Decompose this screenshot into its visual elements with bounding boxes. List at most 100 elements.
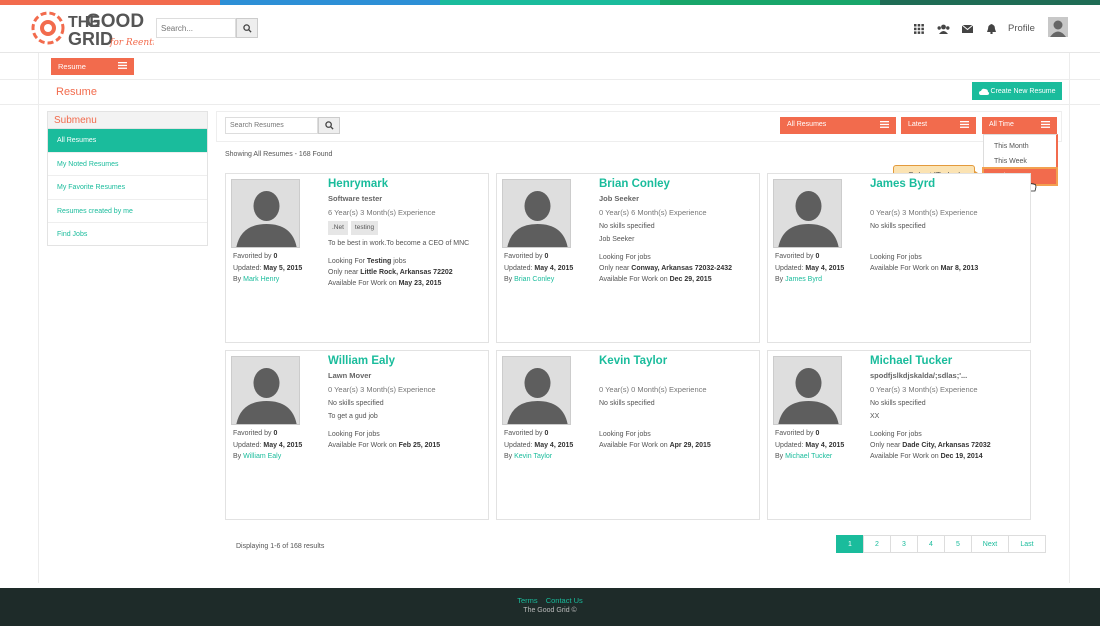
favorited-count: 0	[273, 253, 278, 260]
pagination-summary: Displaying 1-6 of 168 results	[236, 543, 325, 550]
hamburger-icon	[118, 62, 127, 71]
next-page-button[interactable]: Next	[971, 535, 1009, 553]
submenu: Submenu All Resumes My Noted Resumes My …	[47, 111, 208, 246]
candidate-photo[interactable]	[773, 356, 842, 425]
page-1-button[interactable]: 1	[836, 535, 864, 553]
category-filter[interactable]: All Resumes	[780, 117, 896, 134]
resume-meta: Favorited by 0 Updated: May 5, 2015 By M…	[233, 253, 303, 283]
profile-link[interactable]: Profile	[1008, 23, 1035, 34]
skills-text: No skills specified	[870, 400, 926, 407]
submenu-item-find-jobs[interactable]: Find Jobs	[48, 223, 207, 247]
resume-card[interactable]: Favorited by 0 Updated: May 4, 2015 By W…	[225, 350, 489, 520]
page-2-button[interactable]: 2	[863, 535, 891, 553]
location-line: Only near Dade City, Arkansas 72032	[870, 442, 991, 449]
updated-date: May 4, 2015	[805, 441, 845, 449]
resume-card[interactable]: Favorited by 0 Updated: May 4, 2015 By M…	[767, 350, 1031, 520]
bell-icon[interactable]	[984, 23, 998, 35]
tab-resume[interactable]: Resume	[51, 58, 134, 75]
last-page-button[interactable]: Last	[1008, 535, 1046, 553]
updated-date: May 5, 2015	[263, 264, 303, 272]
resume-card[interactable]: Favorited by 0 Updated: May 5, 2015 By M…	[225, 173, 489, 343]
resume-info: William Ealy Lawn Mover 0 Year(s) 3 Mont…	[328, 354, 486, 451]
available-date: Dec 29, 2015	[669, 276, 712, 283]
resume-search	[225, 117, 340, 134]
brand-logo[interactable]: THE GOOD GRID for Reentry	[30, 7, 163, 51]
header-search-button[interactable]	[236, 18, 258, 38]
sort-filter[interactable]: Latest	[901, 117, 976, 134]
favorited-count: 0	[815, 430, 820, 437]
author-link[interactable]: Mark Henry	[243, 276, 279, 283]
hamburger-icon	[1041, 121, 1050, 130]
avatar[interactable]	[1048, 17, 1068, 37]
looking-for: Looking For jobs	[870, 431, 922, 438]
author-link[interactable]: Brian Conley	[514, 276, 554, 283]
header-icons	[912, 23, 998, 35]
envelope-icon[interactable]	[960, 23, 974, 35]
resume-job-title: Job Seeker	[599, 194, 640, 203]
candidate-name[interactable]: James Byrd	[870, 177, 1028, 191]
page-5-button[interactable]: 5	[944, 535, 972, 553]
header-search	[156, 18, 258, 38]
resume-job-title: Lawn Mover	[328, 371, 372, 380]
resume-objective: Job Seeker	[599, 236, 635, 243]
author-link[interactable]: Michael Tucker	[785, 453, 832, 460]
author-link[interactable]: Kevin Taylor	[514, 453, 552, 460]
resume-card[interactable]: Favorited by 0 Updated: May 4, 2015 By J…	[767, 173, 1031, 343]
updated-date: May 4, 2015	[534, 264, 574, 272]
resume-card[interactable]: Favorited by 0 Updated: May 4, 2015 By B…	[496, 173, 760, 343]
candidate-photo[interactable]	[231, 179, 300, 248]
candidate-name[interactable]: Michael Tucker	[870, 354, 1028, 368]
author-link[interactable]: William Ealy	[243, 453, 281, 460]
location-line: Only near Conway, Arkansas 72032-2432	[599, 265, 733, 272]
candidate-name[interactable]: William Ealy	[328, 354, 486, 368]
resume-search-input[interactable]	[225, 117, 318, 134]
sort-filter-label: Latest	[908, 121, 928, 128]
page-3-button[interactable]: 3	[890, 535, 918, 553]
time-option-this-week[interactable]: This Week	[984, 154, 1056, 169]
availability: Available For Work on Dec 19, 2014	[870, 453, 983, 460]
resume-search-button[interactable]	[318, 117, 340, 134]
candidate-photo[interactable]	[502, 179, 571, 248]
footer: Terms Contact Us The Good Grid ©	[0, 588, 1100, 626]
submenu-item-all-resumes[interactable]: All Resumes	[48, 129, 207, 153]
experience: 0 Year(s) 6 Month(s) Experience	[599, 208, 707, 217]
time-option-this-month[interactable]: This Month	[984, 139, 1056, 154]
availability: Available For Work on Dec 29, 2015	[599, 276, 712, 283]
page-title: Resume	[56, 86, 97, 98]
grid-icon[interactable]	[912, 23, 926, 35]
submenu-item-created-by-me[interactable]: Resumes created by me	[48, 200, 207, 223]
page-4-button[interactable]: 4	[917, 535, 945, 553]
location: Conway, Arkansas 72032-2432	[631, 265, 733, 272]
footer-link-contact[interactable]: Contact Us	[546, 596, 583, 605]
submenu-item-favorite-resumes[interactable]: My Favorite Resumes	[48, 176, 207, 200]
users-icon[interactable]	[936, 23, 950, 35]
tab-resume-label: Resume	[58, 62, 86, 71]
submenu-title: Submenu	[48, 112, 207, 129]
available-date: Apr 29, 2015	[669, 442, 711, 449]
availability: Available For Work on Apr 29, 2015	[599, 442, 711, 449]
submenu-item-noted-resumes[interactable]: My Noted Resumes	[48, 153, 207, 176]
footer-link-terms[interactable]: Terms	[517, 596, 537, 605]
candidate-name[interactable]: Henrymark	[328, 177, 486, 191]
create-new-resume-label: Create New Resume	[990, 87, 1056, 95]
candidate-photo[interactable]	[231, 356, 300, 425]
location-line: Only near Little Rock, Arkansas 72202	[328, 269, 453, 276]
create-new-resume-button[interactable]: Create New Resume	[972, 82, 1062, 100]
candidate-name[interactable]: Kevin Taylor	[599, 354, 757, 368]
search-icon	[324, 121, 334, 130]
candidate-photo[interactable]	[502, 356, 571, 425]
time-filter[interactable]: All Time	[982, 117, 1057, 134]
candidate-name[interactable]: Brian Conley	[599, 177, 757, 191]
candidate-photo[interactable]	[773, 179, 842, 248]
author-link[interactable]: James Byrd	[785, 276, 822, 283]
favorited-count: 0	[544, 430, 549, 437]
resume-card[interactable]: Favorited by 0 Updated: May 4, 2015 By K…	[496, 350, 760, 520]
header: THE GOOD GRID for Reentry Profile	[0, 5, 1100, 53]
resume-objective: XX	[870, 413, 880, 420]
favorited-count: 0	[544, 253, 549, 260]
available-date: May 23, 2015	[398, 280, 442, 287]
results-count: Showing All Resumes - 168 Found	[225, 151, 333, 158]
experience: 0 Year(s) 0 Month(s) Experience	[599, 385, 707, 394]
header-search-input[interactable]	[156, 18, 236, 38]
availability: Available For Work on Mar 8, 2013	[870, 265, 979, 272]
